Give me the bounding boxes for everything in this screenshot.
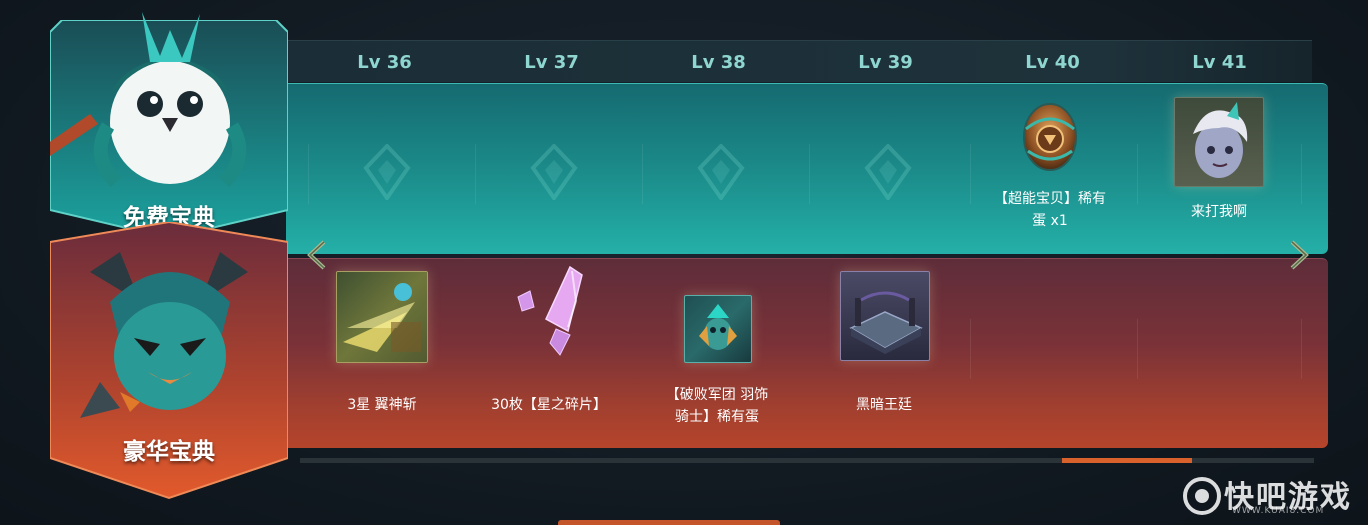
- reward-caption: 30枚【星之碎片】: [469, 394, 629, 416]
- legion-featherknight-mascot-icon: [80, 252, 248, 418]
- locked-slot-emblem-icon: [857, 141, 919, 203]
- locked-slot-emblem-icon: [523, 141, 585, 203]
- free-pass-banner[interactable]: 免费宝典: [50, 12, 288, 238]
- wing-slash-boom-icon[interactable]: [336, 271, 428, 363]
- divider: [1301, 144, 1302, 204]
- site-watermark: 快吧游戏 WWW.KUAI8.COM: [1180, 472, 1360, 520]
- reward-caption-line: 蛋 x1: [1032, 213, 1068, 229]
- premium-pass-banner[interactable]: 豪华宝典: [50, 222, 288, 500]
- scroll-left-arrow[interactable]: [302, 240, 332, 270]
- reward-caption: 【超能宝贝】稀有 蛋 x1: [970, 188, 1130, 232]
- level-label: Lv 41: [1192, 51, 1247, 73]
- level-label: Lv 37: [524, 51, 579, 73]
- featherknight-egg-icon[interactable]: [684, 295, 752, 363]
- reward-caption-line: 黑暗王廷: [856, 397, 912, 413]
- featherknight-mascot-icon: [50, 12, 247, 187]
- star-shard-crystal-icon[interactable]: [510, 261, 590, 361]
- reward-caption: 【破败军团 羽饰 骑士】稀有蛋: [637, 384, 797, 428]
- watermark-url: WWW.KUAI8.COM: [1232, 506, 1325, 516]
- arena-skin-icon[interactable]: [840, 271, 930, 361]
- premium-pass-title: 豪华宝典: [123, 439, 215, 465]
- divider: [970, 319, 971, 379]
- divider: [1137, 144, 1138, 204]
- battle-pass-panel: Lv 36 Lv 37 Lv 38 Lv 39 Lv 40 Lv 41 【超能宝…: [0, 0, 1368, 525]
- scrollbar-thumb[interactable]: [1062, 458, 1192, 463]
- locked-slot-emblem-icon: [356, 141, 418, 203]
- locked-slot-emblem-icon: [690, 141, 752, 203]
- divider: [1137, 319, 1138, 379]
- reward-caption: 3星 翼神斩: [302, 394, 462, 416]
- divider: [475, 144, 476, 204]
- scroll-right-arrow[interactable]: [1284, 240, 1314, 270]
- premium-reward-track: 3星 翼神斩 30枚【星之碎片】 【破败军团 羽饰 骑士】稀有蛋 黑暗王廷: [286, 258, 1328, 448]
- level-label: Lv 39: [858, 51, 913, 73]
- reward-caption-line: 【超能宝贝】稀有: [994, 191, 1106, 207]
- reward-caption-line: 骑士】稀有蛋: [675, 409, 759, 425]
- bottom-accent-bar: [558, 520, 780, 525]
- reward-scrollbar[interactable]: [300, 458, 1314, 463]
- reward-caption-line: 【破败军团 羽饰: [665, 387, 769, 403]
- divider: [308, 144, 309, 204]
- divider: [1301, 319, 1302, 379]
- egg-icon[interactable]: [1020, 99, 1080, 171]
- reward-caption-line: 3星 翼神斩: [347, 397, 417, 413]
- reward-caption: 黑暗王廷: [804, 394, 964, 416]
- level-header: Lv 36 Lv 37 Lv 38 Lv 39 Lv 40 Lv 41: [286, 40, 1312, 82]
- reward-caption-line: 30枚【星之碎片】: [491, 397, 607, 413]
- level-label: Lv 36: [357, 51, 412, 73]
- divider: [809, 144, 810, 204]
- free-reward-track: 【超能宝贝】稀有 蛋 x1 来打我啊: [286, 83, 1328, 254]
- reward-caption: 来打我啊: [1139, 201, 1299, 223]
- emote-portrait-icon[interactable]: [1174, 97, 1264, 187]
- level-label: Lv 40: [1025, 51, 1080, 73]
- level-label: Lv 38: [691, 51, 746, 73]
- reward-caption-line: 来打我啊: [1191, 204, 1247, 220]
- kuai8-logo-icon: [1183, 477, 1221, 515]
- divider: [642, 144, 643, 204]
